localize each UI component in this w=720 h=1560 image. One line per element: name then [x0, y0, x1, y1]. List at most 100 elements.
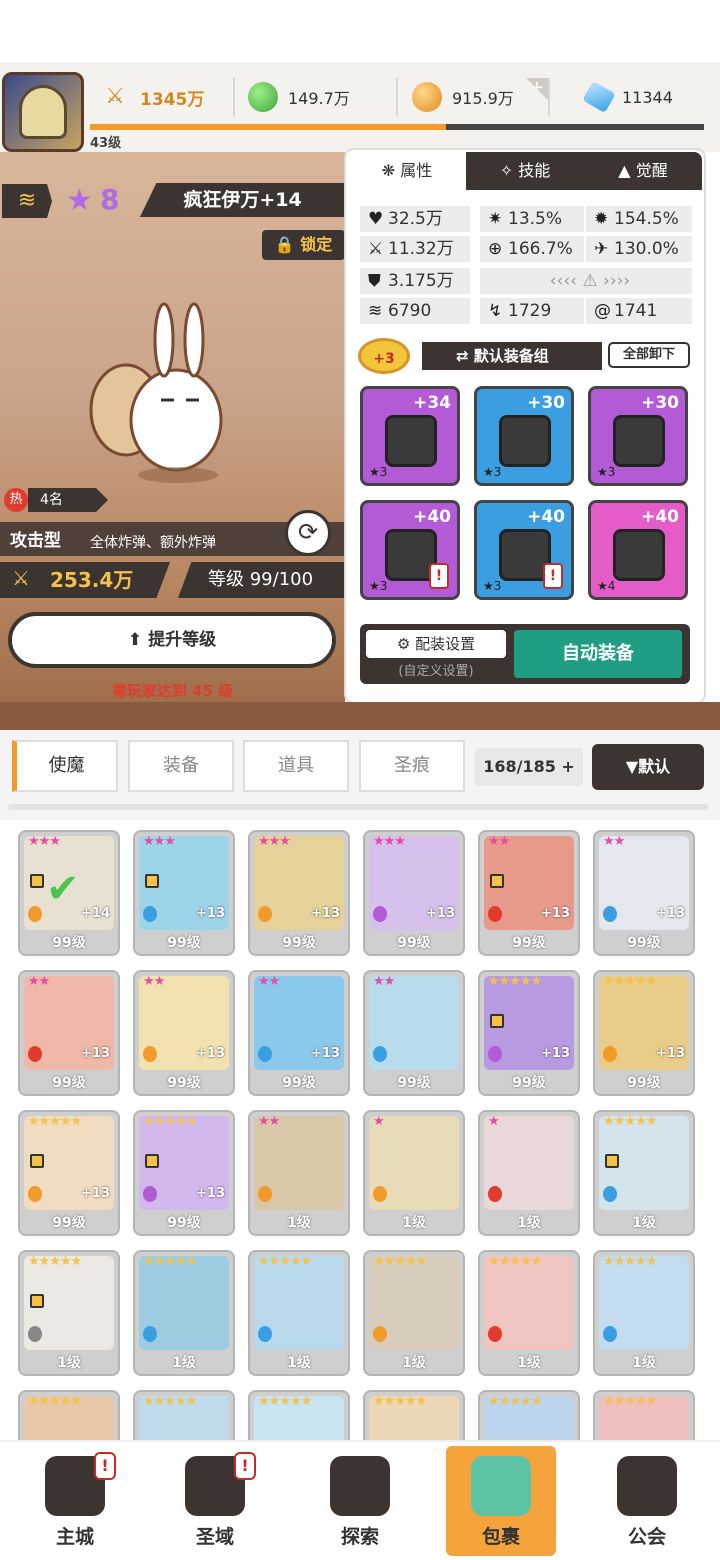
nav-label: 包裹 — [481, 1526, 520, 1548]
familiar-plus: +13 — [426, 906, 455, 921]
element-icon — [258, 906, 272, 922]
familiar-card[interactable]: ★★ +13 99级 — [478, 830, 580, 956]
familiar-card[interactable]: ★★★★★ — [593, 1390, 695, 1440]
equip-slot-necklace[interactable]: +40 ★3! — [474, 500, 574, 600]
lock-icon — [30, 874, 44, 888]
familiar-stars: ★★★ — [143, 834, 176, 849]
lock-icon — [490, 1014, 504, 1028]
stat-speed-value: 130.0% — [614, 239, 679, 259]
familiar-card[interactable]: ★★★★★ 1级 — [248, 1250, 350, 1376]
shield-icon: ⛊ — [368, 271, 381, 291]
equip-slot-sword[interactable]: +34 ★3 — [360, 386, 460, 486]
nav-guild[interactable]: 公会 — [592, 1446, 702, 1556]
element-icon — [603, 906, 617, 922]
gem-resource[interactable]: 11344 — [582, 78, 704, 116]
boots-icon — [613, 529, 665, 581]
familiar-card[interactable]: ★★ +13 99级 — [18, 970, 120, 1096]
tab-familiars[interactable]: 使魔 — [12, 740, 118, 792]
tab-awaken-label: 觉醒 — [635, 161, 668, 180]
crossed-swords-icon: ⚔ — [105, 84, 125, 109]
tab-awaken[interactable]: ▲ 觉醒 — [584, 152, 702, 190]
familiar-card[interactable]: ★★★ +13 99级 — [133, 830, 235, 956]
familiar-card[interactable]: ★★★ +13 99级 — [248, 830, 350, 956]
tab-stigma[interactable]: 圣痕 — [359, 740, 465, 792]
familiar-stars: ★★★★★ — [143, 1394, 197, 1409]
tab-items[interactable]: 道具 — [243, 740, 349, 792]
tab-skills[interactable]: ✧ 技能 — [466, 152, 584, 190]
familiar-stars: ★ — [373, 1114, 385, 1129]
familiar-card[interactable]: ★★★★★ +13 99级 — [478, 970, 580, 1096]
inventory-count[interactable]: 168/185 + — [475, 748, 583, 786]
stat-wind-value: 6790 — [388, 301, 432, 321]
auto-equip-button[interactable]: 自动装备 — [514, 630, 682, 678]
player-avatar[interactable] — [2, 72, 84, 152]
lock-button[interactable]: 🔒 锁定 — [262, 230, 345, 260]
familiar-card[interactable]: ★★★★★ — [133, 1390, 235, 1440]
familiar-stars: ★★★ — [373, 834, 406, 849]
familiar-card[interactable]: ★★★★★ — [248, 1390, 350, 1440]
familiar-card[interactable]: ★★★ +14 ✔ 99级 — [18, 830, 120, 956]
nav-castle[interactable]: 主城! — [20, 1446, 130, 1556]
element-icon — [603, 1186, 617, 1202]
hero-type-desc: 全体炸弹、额外炸弹 — [90, 535, 216, 551]
familiar-card[interactable]: ★★★★★ 1级 — [133, 1250, 235, 1376]
upgrade-level-button[interactable]: ⬆ 提升等级 — [8, 612, 336, 668]
tab-attributes[interactable]: ❋ 属性 — [348, 152, 466, 190]
familiar-card[interactable]: ★★★★★ 1级 — [18, 1250, 120, 1376]
config-button[interactable]: ⚙ 配装设置 — [366, 630, 506, 658]
familiar-card[interactable]: ★★★★★ +13 99级 — [18, 1110, 120, 1236]
familiar-card[interactable]: ★★★★★ 1级 — [593, 1250, 695, 1376]
familiar-card[interactable]: ★★★ +13 99级 — [363, 830, 465, 956]
stat-dodge: ↯ 1729 — [480, 298, 584, 324]
arrow-up-icon: ⬆ — [127, 630, 149, 650]
alert-badge: ! — [94, 1452, 116, 1480]
count-value: 168/185 — [483, 757, 556, 776]
rotate-view-icon[interactable]: ⟳ — [285, 510, 331, 556]
familiar-card[interactable]: ★★★★★ +13 99级 — [133, 1110, 235, 1236]
familiar-card[interactable]: ★★★★★ — [363, 1390, 465, 1440]
tab-equipment[interactable]: 装备 — [128, 740, 234, 792]
unequip-all-button[interactable]: 全部卸下 — [608, 342, 690, 368]
equip-slot-helmet[interactable]: +30 ★3 — [474, 386, 574, 486]
familiar-level: 1级 — [632, 1215, 656, 1231]
coin-resource[interactable]: 915.9万 + — [412, 78, 550, 116]
element-icon — [28, 906, 42, 922]
hero-type: 攻击型 — [10, 531, 61, 551]
familiar-stars: ★★ — [28, 974, 50, 989]
familiar-card[interactable]: ★★★★★ 1级 — [478, 1250, 580, 1376]
familiar-card[interactable]: ★★ +13 99级 — [593, 830, 695, 956]
familiar-card[interactable]: ★★★★★ 1级 — [593, 1110, 695, 1236]
stat-hp-value: 32.5万 — [388, 209, 443, 229]
hot-badge: 热 — [4, 488, 28, 512]
familiar-level: 1级 — [517, 1355, 541, 1371]
element-icon — [143, 906, 157, 922]
familiar-card[interactable]: ★★ 99级 — [363, 970, 465, 1096]
nav-explore[interactable]: 探索 — [305, 1446, 415, 1556]
familiar-card[interactable]: ★★★★★ +13 99级 — [593, 970, 695, 1096]
familiar-card[interactable]: ★★★★★ 1级 — [363, 1250, 465, 1376]
power-value: 1345万 — [140, 89, 205, 110]
familiar-stars: ★★★★★ — [603, 974, 657, 989]
equip-slot-armor[interactable]: +30 ★3 — [588, 386, 688, 486]
nav-bag[interactable]: 包裹 — [446, 1446, 556, 1556]
sort-button[interactable]: ▼默认 — [592, 744, 704, 790]
nav-sanctuary[interactable]: 圣域! — [160, 1446, 270, 1556]
familiar-card[interactable]: ★★ 1级 — [248, 1110, 350, 1236]
familiar-stars: ★★★ — [28, 834, 61, 849]
gold-resource: 149.7万 — [248, 78, 398, 116]
familiar-card[interactable]: ★★★★★ — [18, 1390, 120, 1440]
element-icon — [143, 1046, 157, 1062]
heart-icon: ♥ — [368, 209, 384, 229]
familiar-card[interactable]: ★★★★★ — [478, 1390, 580, 1440]
familiar-card[interactable]: ★ 1级 — [478, 1110, 580, 1236]
equip-group-title[interactable]: ⇄ 默认装备组 — [422, 342, 602, 370]
equip-slot-boots[interactable]: +40 ★4 — [588, 500, 688, 600]
add-coin-icon[interactable]: + — [526, 78, 548, 100]
familiar-card[interactable]: ★ 1级 — [363, 1110, 465, 1236]
stat-attack-value: 11.32万 — [388, 239, 454, 259]
equip-slot-belt[interactable]: +40 ★3! — [360, 500, 460, 600]
element-icon — [143, 1186, 157, 1202]
familiar-stars: ★★ — [603, 834, 625, 849]
familiar-card[interactable]: ★★ +13 99级 — [248, 970, 350, 1096]
familiar-card[interactable]: ★★ +13 99级 — [133, 970, 235, 1096]
